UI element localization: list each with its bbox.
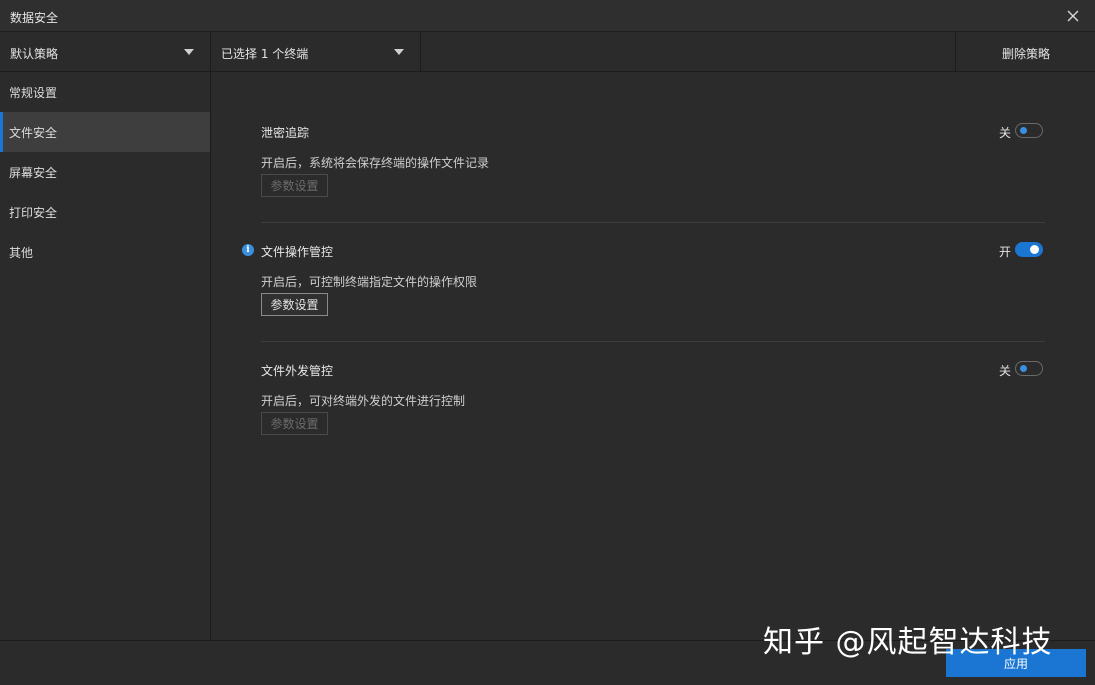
delete-policy-button[interactable]: 删除策略	[955, 32, 1095, 72]
leak-tracking-toggle[interactable]	[1015, 123, 1043, 138]
window-title: 数据安全	[10, 11, 59, 25]
param-settings-button[interactable]: 参数设置	[261, 174, 328, 197]
terminal-select[interactable]: 已选择 1 个终端	[211, 32, 421, 72]
watermark: 知乎 @风起智达科技	[763, 625, 1053, 660]
sidebar-item-label: 其他	[9, 246, 34, 260]
sidebar-item-print-security[interactable]: 打印安全	[0, 192, 210, 232]
policy-select[interactable]: 默认策略	[0, 32, 211, 72]
sidebar-item-label: 打印安全	[9, 206, 58, 220]
toggle-state-label: 开	[998, 245, 1011, 259]
file-outgoing-toggle[interactable]	[1015, 361, 1043, 376]
sidebar-item-file-security[interactable]: 文件安全	[0, 112, 210, 152]
info-icon[interactable]: i	[242, 244, 254, 256]
policy-select-label: 默认策略	[10, 47, 59, 61]
terminal-select-label: 已选择 1 个终端	[221, 47, 309, 61]
file-operation-toggle[interactable]	[1015, 242, 1043, 257]
chevron-down-icon	[184, 49, 194, 55]
toggle-knob	[1020, 127, 1027, 134]
param-settings-button[interactable]: 参数设置	[261, 293, 328, 316]
param-settings-button[interactable]: 参数设置	[261, 412, 328, 435]
section-title: 泄密追踪	[261, 126, 310, 140]
section-description: 开启后，系统将会保存终端的操作文件记录	[261, 156, 490, 170]
section-title: 文件操作管控	[261, 245, 334, 259]
sidebar-item-label: 常规设置	[9, 86, 58, 100]
sidebar-item-general[interactable]: 常规设置	[0, 72, 210, 112]
divider	[261, 341, 1045, 342]
toolbar: 默认策略 已选择 1 个终端 删除策略	[0, 32, 1095, 72]
sidebar: 常规设置 文件安全 屏幕安全 打印安全 其他	[0, 72, 211, 640]
delete-policy-label: 删除策略	[1002, 47, 1051, 61]
toggle-state-label: 关	[998, 364, 1011, 378]
section-leak-tracking: 泄密追踪 关 开启后，系统将会保存终端的操作文件记录 参数设置	[261, 123, 1045, 206]
toggle-state-label: 关	[998, 126, 1011, 140]
section-description: 开启后，可控制终端指定文件的操作权限	[261, 275, 478, 289]
toggle-knob	[1020, 365, 1027, 372]
section-file-outgoing-control: 文件外发管控 关 开启后，可对终端外发的文件进行控制 参数设置	[261, 361, 1045, 444]
chevron-down-icon	[394, 49, 404, 55]
title-bar: 数据安全	[0, 0, 1095, 32]
section-file-operation-control: i 文件操作管控 开 开启后，可控制终端指定文件的操作权限 参数设置	[242, 242, 1045, 325]
close-icon[interactable]	[1063, 6, 1083, 26]
sidebar-item-label: 文件安全	[9, 126, 58, 140]
divider	[261, 222, 1045, 223]
section-description: 开启后，可对终端外发的文件进行控制	[261, 394, 466, 408]
main-panel: 泄密追踪 关 开启后，系统将会保存终端的操作文件记录 参数设置 i 文件操作管控…	[211, 72, 1095, 640]
sidebar-item-label: 屏幕安全	[9, 166, 58, 180]
section-title: 文件外发管控	[261, 364, 334, 378]
sidebar-item-other[interactable]: 其他	[0, 232, 210, 272]
sidebar-item-screen-security[interactable]: 屏幕安全	[0, 152, 210, 192]
toggle-knob	[1030, 245, 1039, 254]
